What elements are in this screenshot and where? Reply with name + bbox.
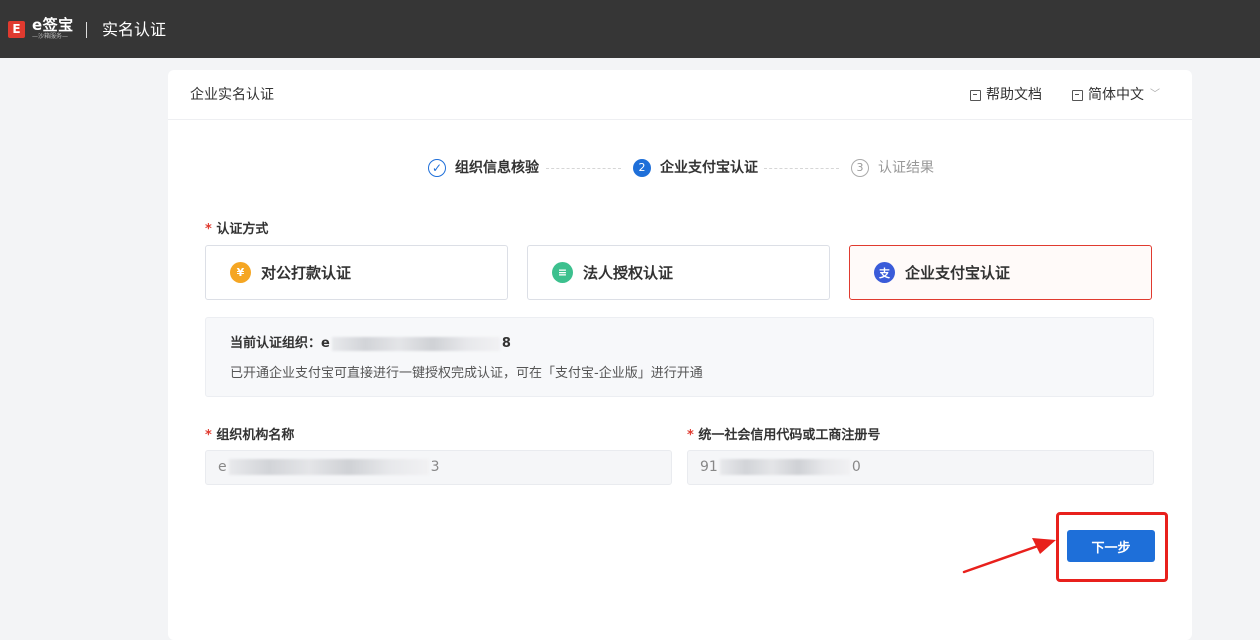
chevron-down-icon: ﹀ — [1150, 89, 1160, 100]
credit-code-label: 统一社会信用代码或工商注册号 — [687, 427, 880, 445]
card-header: 企业实名认证 帮助文档 简体中文 ﹀ — [168, 70, 1192, 120]
method-legal-rep[interactable]: ≡ 法人授权认证 — [527, 245, 830, 300]
logo-icon: E — [8, 21, 25, 38]
step-org-verify: ✓ 组织信息核验 — [428, 158, 539, 178]
redacted-text — [331, 336, 500, 351]
step-indicator: ✓ 组织信息核验 2 企业支付宝认证 3 认证结果 — [168, 158, 1192, 180]
step-alipay: 2 企业支付宝认证 — [633, 158, 758, 178]
redacted-text — [719, 459, 850, 475]
yen-icon: ¥ — [230, 262, 251, 283]
step-result: 3 认证结果 — [851, 158, 934, 178]
redacted-text — [228, 459, 429, 475]
org-info-box: 当前认证组织：e 8 已开通企业支付宝可直接进行一键授权完成认证，可在「支付宝-企… — [205, 317, 1154, 397]
logo-tagline: —沙箱服务— — [32, 33, 69, 40]
help-docs-link[interactable]: 帮助文档 — [970, 85, 1042, 105]
alipay-note: 已开通企业支付宝可直接进行一键授权完成认证，可在「支付宝-企业版」进行开通 — [230, 366, 703, 381]
document-icon — [970, 89, 981, 101]
method-alipay[interactable]: 支 企业支付宝认证 — [849, 245, 1152, 300]
divider — [86, 22, 87, 38]
org-name-label: 组织机构名称 — [205, 427, 294, 445]
help-docs-label: 帮助文档 — [986, 87, 1042, 103]
card-title: 企业实名认证 — [190, 87, 274, 103]
credit-code-field[interactable]: 91 0 — [687, 450, 1154, 485]
method-bank-transfer[interactable]: ¥ 对公打款认证 — [205, 245, 508, 300]
language-icon — [1072, 89, 1083, 101]
language-label: 简体中文 — [1088, 87, 1144, 103]
step-connector — [764, 168, 839, 169]
step-connector — [546, 168, 621, 169]
check-icon: ✓ — [428, 159, 446, 177]
page-title: 实名认证 — [102, 20, 167, 39]
language-select[interactable]: 简体中文 ﹀ — [1072, 85, 1160, 105]
document-icon: ≡ — [552, 262, 573, 283]
top-bar: E e签宝 —沙箱服务— 实名认证 — [0, 0, 1260, 58]
method-label: 认证方式 — [205, 221, 268, 239]
arrow-annotation — [962, 538, 1056, 574]
org-name-field[interactable]: e3 — [205, 450, 672, 485]
step-number: 2 — [633, 159, 651, 177]
alipay-icon: 支 — [874, 262, 895, 283]
step-number: 3 — [851, 159, 869, 177]
next-button[interactable]: 下一步 — [1067, 530, 1155, 562]
current-org: 当前认证组织：e 8 — [230, 336, 511, 351]
logo-name: e签宝 — [32, 16, 74, 34]
